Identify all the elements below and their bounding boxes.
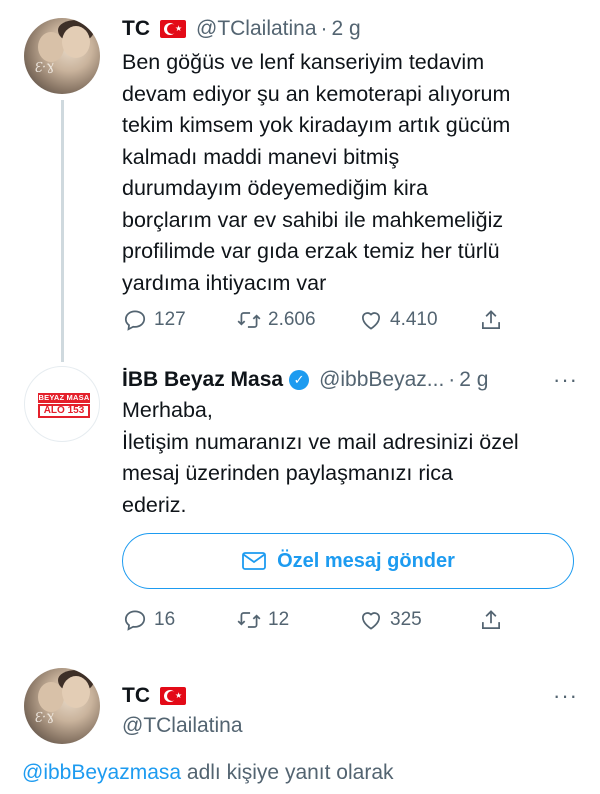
tweet-header: TC ★ @TClailatina · 2 g (122, 14, 361, 44)
org-avatar[interactable]: BEYAZ MASA ALO 153 (24, 366, 100, 442)
share-icon (482, 310, 500, 329)
thread-line (61, 100, 64, 362)
tweet-actions: 16 12 325 (122, 605, 502, 635)
more-icon[interactable]: ··· (553, 683, 578, 709)
tweet-focused-reply[interactable]: Ɛ·ɣ TC ★ ··· @TClailatina @ibbBeyazmasa … (0, 665, 600, 794)
separator-dot: · (448, 368, 456, 391)
retweet-count: 2.606 (268, 309, 316, 330)
retweet-button[interactable]: 2.606 (236, 305, 316, 335)
reply-count: 16 (154, 609, 176, 630)
user-handle-row: @TClailatina (122, 711, 243, 741)
tweet-header: TC ★ (122, 681, 186, 711)
reply-icon (124, 310, 146, 331)
tweet-text-line: tekim kimsem yok kiradayım artık gücüm (122, 113, 511, 137)
user-handle[interactable]: @TClailatina (122, 714, 243, 738)
mail-icon (242, 552, 266, 570)
tweet-reply-ibb[interactable]: BEYAZ MASA ALO 153 İBB Beyaz Masa ✓ @ibb… (0, 355, 600, 655)
display-name[interactable]: İBB Beyaz Masa (122, 368, 283, 392)
avatar-logo-bottom: ALO 153 (38, 404, 90, 418)
tweet-text-line: profilimde var gıda erzak temiz her türl… (122, 239, 500, 263)
tweet-text-line: ederiz. (122, 492, 187, 517)
avatar-signature: Ɛ·ɣ (33, 708, 55, 727)
reply-suffix: adlı kişiye yanıt olarak (186, 761, 394, 784)
tweet-header: İBB Beyaz Masa ✓ @ibbBeyaz... · 2 g (122, 365, 489, 395)
turkey-flag-icon: ★ (160, 687, 186, 705)
like-count: 325 (390, 609, 422, 630)
retweet-button[interactable]: 12 (236, 605, 289, 635)
user-avatar[interactable]: Ɛ·ɣ (24, 668, 100, 744)
tweet-time[interactable]: 2 g (332, 17, 361, 41)
replying-to: @ibbBeyazmasa adlı kişiye yanıt olarak (22, 761, 394, 785)
tweet-time[interactable]: 2 g (459, 368, 488, 392)
share-icon (482, 610, 500, 629)
verified-badge-icon: ✓ (289, 370, 310, 390)
tweet-text-line: yardıma ihtiyacım var (122, 270, 327, 295)
user-handle[interactable]: @TClailatina (196, 17, 317, 41)
retweet-icon (237, 312, 261, 328)
display-name[interactable]: TC (122, 17, 150, 41)
like-icon (362, 312, 380, 330)
avatar-photo-face (62, 26, 90, 58)
like-button[interactable]: 325 (358, 605, 422, 635)
share-button[interactable] (478, 305, 504, 335)
tweet-text: Ben göğüs ve lenf kanseriyim tedavim dev… (122, 47, 582, 299)
like-count: 4.410 (390, 309, 438, 330)
like-icon (362, 612, 380, 630)
tweet-text-line: durumdayım ödeyemediğim kira (122, 176, 428, 200)
retweet-icon (237, 612, 261, 628)
more-icon[interactable]: ··· (553, 367, 578, 393)
avatar-photo-face (38, 682, 64, 712)
reply-button[interactable]: 127 (122, 305, 186, 335)
tweet-text-line: borçlarım var ev sahibi ile mahkemeliğiz (122, 207, 504, 232)
avatar-logo-top: BEYAZ MASA (38, 393, 90, 403)
tweet-text-line: kalmadı maddi manevi bitmiş (122, 144, 400, 169)
avatar-photo-face (38, 32, 64, 62)
avatar-photo-face (62, 676, 90, 708)
reply-button[interactable]: 16 (122, 605, 175, 635)
tweet-original[interactable]: Ɛ·ɣ TC ★ @TClailatina · 2 g Ben göğüs ve… (0, 0, 600, 362)
reply-count: 127 (154, 309, 186, 330)
like-button[interactable]: 4.410 (358, 305, 438, 335)
tweet-text-line: Merhaba, (122, 398, 213, 422)
reply-mention-link[interactable]: @ibbBeyazmasa (22, 761, 181, 784)
user-handle[interactable]: @ibbBeyaz... (319, 368, 444, 392)
tweet-text-line: İletişim numaranızı ve mail adresinizi ö… (122, 429, 519, 454)
share-button[interactable] (478, 605, 504, 635)
tweet-text-line: Ben göğüs ve lenf kanseriyim tedavim (122, 50, 485, 74)
send-dm-label: Özel mesaj gönder (277, 549, 455, 572)
send-dm-button[interactable]: Özel mesaj gönder (122, 533, 574, 589)
separator-dot: · (320, 17, 328, 40)
reply-icon (124, 610, 146, 631)
tweet-text-line: devam ediyor şu an kemoterapi alıyorum (122, 81, 511, 106)
turkey-flag-icon: ★ (160, 20, 186, 38)
user-avatar[interactable]: Ɛ·ɣ (24, 18, 100, 94)
tweet-actions: 127 2.606 4.410 (122, 305, 502, 335)
retweet-count: 12 (268, 609, 290, 630)
display-name[interactable]: TC (122, 684, 150, 708)
avatar-signature: Ɛ·ɣ (33, 58, 55, 77)
tweet-text-line: mesaj üzerinden paylaşmanızı rica (122, 461, 454, 485)
tweet-text: Merhaba, İletişim numaranızı ve mail adr… (122, 395, 582, 521)
